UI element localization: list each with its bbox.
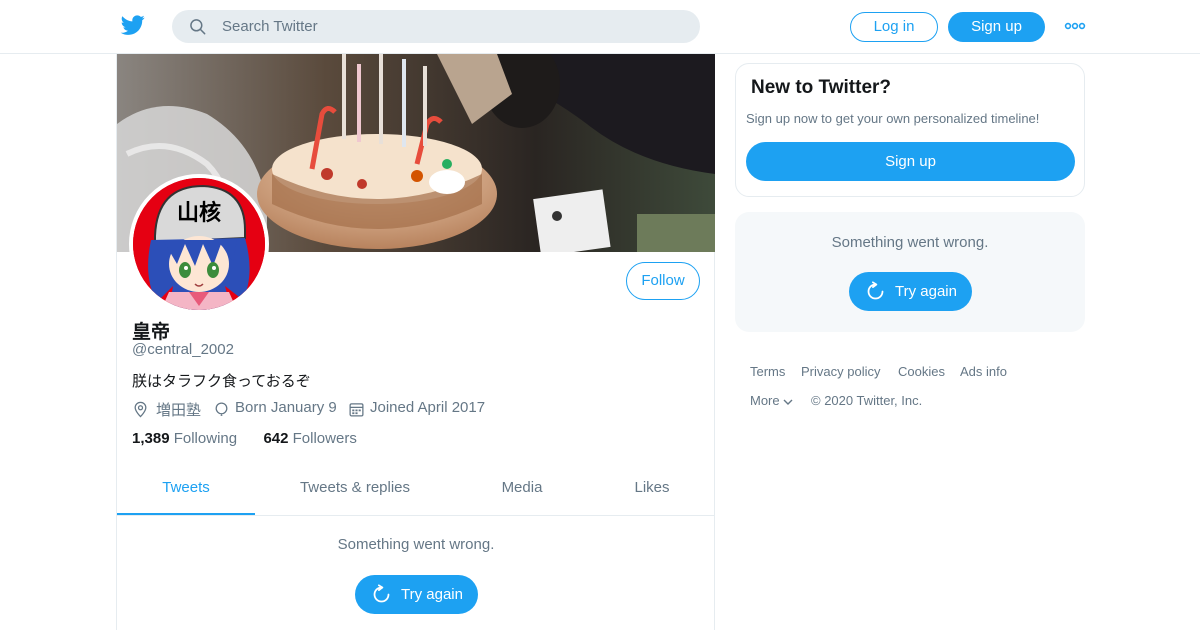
follow-button[interactable]: Follow xyxy=(626,262,700,300)
followers-label: Followers xyxy=(292,430,357,447)
login-button[interactable]: Log in xyxy=(850,12,938,42)
signup-button[interactable]: Sign up xyxy=(948,12,1045,42)
profile-handle: @central_2002 xyxy=(132,341,234,358)
tab-tweets-and-replies[interactable]: Tweets & replies xyxy=(277,466,433,515)
sidebar-signup-button[interactable]: Sign up xyxy=(746,142,1075,181)
new-to-twitter-title: New to Twitter? xyxy=(751,77,892,98)
footer-privacy-link[interactable]: Privacy policy xyxy=(801,364,880,379)
profile-joined-date: Joined April 2017 xyxy=(370,399,486,416)
new-to-twitter-card: New to Twitter? Sign up now to get your … xyxy=(735,63,1085,197)
search-icon xyxy=(190,19,206,35)
following-label: Following xyxy=(173,430,238,447)
tab-likes[interactable]: Likes xyxy=(607,466,697,515)
profile-column: 山核 Follow 皇帝 @central_2002 朕はタラフク食っておるぞ … xyxy=(116,54,715,630)
profile-bio: 朕はタラフク食っておるぞ xyxy=(132,373,311,390)
footer-ads-info-link[interactable]: Ads info xyxy=(960,364,1007,379)
search-bar[interactable] xyxy=(172,10,700,43)
profile-display-name: 皇帝 xyxy=(132,322,171,343)
timeline-try-again-label: Try again xyxy=(401,586,463,603)
refresh-icon xyxy=(373,584,390,603)
following-link[interactable]: 1,389 Following xyxy=(132,430,237,447)
chevron-down-icon xyxy=(783,399,793,405)
profile-birthday: Born January 9 xyxy=(235,399,337,416)
calendar-icon xyxy=(349,403,364,417)
search-input[interactable] xyxy=(222,10,682,43)
sidebar-try-again-label: Try again xyxy=(895,283,957,300)
profile-location: 増田塾 xyxy=(156,402,202,419)
sidebar-error-card: Something went wrong. Try again xyxy=(735,212,1085,332)
following-count: 1,389 xyxy=(132,430,170,447)
twitter-bird-icon[interactable] xyxy=(120,13,146,37)
timeline-error-message: Something went wrong. xyxy=(337,536,495,553)
tab-tweets[interactable]: Tweets xyxy=(117,466,255,515)
tab-media[interactable]: Media xyxy=(477,466,567,515)
profile-tabs: Tweets Tweets & replies Media Likes xyxy=(117,466,715,516)
followers-count: 642 xyxy=(263,430,289,447)
location-icon xyxy=(134,401,147,418)
more-dots-icon[interactable] xyxy=(1064,19,1086,33)
refresh-icon xyxy=(867,281,884,300)
profile-avatar[interactable]: 山核 xyxy=(129,174,269,314)
footer-more-menu[interactable]: More xyxy=(750,393,793,408)
avatar-helmet-text: 山核 xyxy=(177,200,221,226)
balloon-icon xyxy=(215,402,228,416)
profile-stats: 1,389 Following 642 Followers xyxy=(132,430,357,447)
footer-copyright: © 2020 Twitter, Inc. xyxy=(811,393,923,408)
followers-link[interactable]: 642 Followers xyxy=(263,430,356,447)
timeline-try-again-button[interactable]: Try again xyxy=(355,575,478,614)
avatar-illustration: 山核 xyxy=(133,178,265,310)
sidebar-error-message: Something went wrong. xyxy=(831,234,989,251)
top-navigation-bar: Log in Sign up xyxy=(0,0,1200,54)
footer-more-label: More xyxy=(750,393,780,408)
footer-terms-link[interactable]: Terms xyxy=(750,364,785,379)
footer-cookies-link[interactable]: Cookies xyxy=(898,364,945,379)
new-to-twitter-text: Sign up now to get your own personalized… xyxy=(746,111,1040,126)
sidebar-try-again-button[interactable]: Try again xyxy=(849,272,972,311)
